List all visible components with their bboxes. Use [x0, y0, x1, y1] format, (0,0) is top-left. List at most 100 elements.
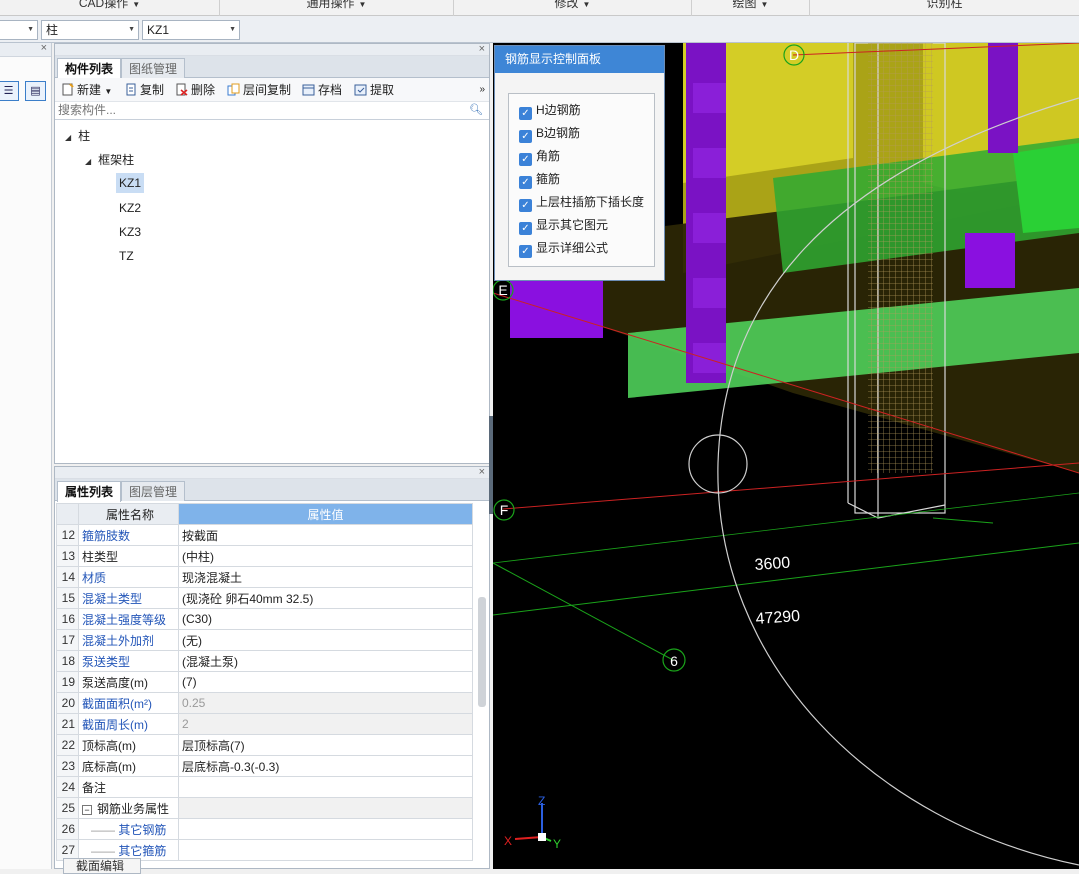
table-row[interactable]: 21 截面周长(m) 2 [56, 713, 473, 735]
checkbox-checked-icon[interactable]: ✓ [519, 107, 532, 120]
tab-component-list[interactable]: 构件列表 [57, 58, 122, 79]
tree-node-label: 柱 [78, 129, 91, 143]
property-value-cell[interactable]: 按截面 [178, 524, 473, 546]
tree-node-column[interactable]: ◢ 柱 [65, 126, 90, 146]
table-row[interactable]: 23 底标高(m) 层底标高-0.3(-0.3) [56, 755, 473, 777]
tab-drawing-management[interactable]: 图纸管理 [121, 58, 186, 78]
ribbon-group-general[interactable]: 通用操作 ▼ [220, 0, 454, 16]
delete-button[interactable]: 删除 [175, 81, 215, 99]
ribbon-group-modify[interactable]: 修改 ▼ [454, 0, 692, 16]
collapse-icon[interactable]: − [82, 804, 92, 815]
property-name: 底标高(m) [82, 759, 136, 774]
tab-section-edit[interactable]: 截面编辑 [63, 858, 141, 874]
option-stirrup[interactable]: ✓ 箍筋 [519, 171, 560, 189]
checkbox-checked-icon[interactable]: ✓ [519, 176, 532, 189]
copy-button[interactable]: 复制 [124, 81, 164, 99]
column-block [693, 278, 726, 308]
ribbon-group-cad[interactable]: CAD操作 ▼ [0, 0, 220, 16]
component-search: 🔍︎ [55, 102, 489, 120]
table-row[interactable]: 14 材质 现浇混凝土 [56, 566, 473, 588]
property-value-cell[interactable]: (混凝土泵) [178, 650, 473, 672]
tree-item-tz[interactable]: TZ [119, 246, 134, 266]
property-value-cell[interactable] [178, 839, 473, 861]
property-value-cell[interactable]: (无) [178, 629, 473, 651]
search-input[interactable] [55, 102, 455, 118]
property-value-cell[interactable]: 层底标高-0.3(-0.3) [178, 755, 473, 777]
table-row[interactable]: 26 —— 其它钢筋 [56, 818, 473, 840]
chevron-down-icon: ▼ [582, 0, 591, 9]
axis-gizmo: Z X Y [504, 794, 561, 851]
dropdown-arrow-icon: ▼ [27, 26, 34, 33]
tree-item-kz3[interactable]: KZ3 [119, 222, 141, 242]
row-index: 18 [56, 650, 79, 672]
option-corner-rebar[interactable]: ✓ 角筋 [519, 148, 560, 166]
list-view-icon[interactable]: ☰ [0, 81, 19, 101]
checkbox-checked-icon[interactable]: ✓ [519, 222, 532, 235]
tab-layer-management[interactable]: 图层管理 [121, 481, 186, 501]
property-value-cell [178, 797, 473, 819]
property-value-cell[interactable] [178, 818, 473, 840]
property-value-cell[interactable]: (7) [178, 671, 473, 693]
checkbox-checked-icon[interactable]: ✓ [519, 199, 532, 212]
option-show-other[interactable]: ✓ 显示其它图元 [519, 217, 608, 235]
table-row[interactable]: 25− 钢筋业务属性 [56, 797, 473, 819]
tree-item-kz1[interactable]: KZ1 [116, 173, 145, 193]
expand-triangle-icon[interactable]: ◢ [85, 157, 91, 166]
archive-button[interactable]: 存档 [302, 81, 342, 99]
ribbon-group-identify[interactable]: 识别柱 [810, 0, 1079, 16]
extract-button[interactable]: 提取 [354, 81, 394, 99]
chevron-down-icon: ▼ [760, 0, 769, 9]
ribbon-group-draw[interactable]: 绘图 ▼ [692, 0, 810, 16]
table-row[interactable]: 16 混凝土强度等级 (C30) [56, 608, 473, 630]
close-icon[interactable]: × [479, 43, 485, 55]
detail-view-icon[interactable]: ▤ [25, 81, 46, 101]
expand-triangle-icon[interactable]: ◢ [65, 133, 71, 142]
close-icon[interactable]: × [479, 466, 485, 478]
checkbox-checked-icon[interactable]: ✓ [519, 153, 532, 166]
property-name-cell: 截面面积(m²) [78, 692, 179, 714]
option-b-rebar[interactable]: ✓ B边钢筋 [519, 125, 580, 143]
category-combo[interactable]: 柱 ▼ [41, 20, 139, 40]
close-icon[interactable]: × [41, 42, 47, 54]
panel-header: × [55, 43, 489, 56]
option-show-formula[interactable]: ✓ 显示详细公式 [519, 240, 608, 258]
table-row[interactable]: 15 混凝土类型 (现浇砼 卵石40mm 32.5) [56, 587, 473, 609]
table-row[interactable]: 22 顶标高(m) 层顶标高(7) [56, 734, 473, 756]
property-name-cell: 柱类型 [78, 545, 179, 567]
more-icon[interactable]: » [479, 81, 485, 99]
property-value-cell[interactable] [178, 776, 473, 798]
table-row[interactable]: 20 截面面积(m²) 0.25 [56, 692, 473, 714]
property-name: 钢筋业务属性 [97, 801, 170, 816]
checkbox-checked-icon[interactable]: ✓ [519, 130, 532, 143]
property-value-cell[interactable]: (现浇砼 卵石40mm 32.5) [178, 587, 473, 609]
table-row[interactable]: 18 泵送类型 (混凝土泵) [56, 650, 473, 672]
axis-x-label: X [504, 834, 512, 848]
component-combo[interactable]: KZ1 ▼ [142, 20, 240, 40]
table-row[interactable]: 12 箍筋肢数 按截面 [56, 524, 473, 546]
tree-node-frame-column[interactable]: ◢ 框架柱 [85, 150, 134, 170]
option-h-rebar[interactable]: ✓ H边钢筋 [519, 102, 581, 120]
table-row[interactable]: 13 柱类型 (中柱) [56, 545, 473, 567]
row-index: 15 [56, 587, 79, 609]
tree-item-kz2[interactable]: KZ2 [119, 198, 141, 218]
table-row[interactable]: 17 混凝土外加剂 (无) [56, 629, 473, 651]
floor-combo[interactable]: ▼ [0, 20, 38, 40]
table-row[interactable]: 24 备注 [56, 776, 473, 798]
table-row[interactable]: 19 泵送高度(m) (7) [56, 671, 473, 693]
property-value-cell[interactable]: (C30) [178, 608, 473, 630]
dimension-47290: 47290 [755, 608, 801, 628]
search-icon[interactable]: 🔍︎ [469, 103, 483, 116]
property-value-cell[interactable]: 层顶标高(7) [178, 734, 473, 756]
tab-property-list[interactable]: 属性列表 [57, 481, 122, 502]
vertical-scrollbar[interactable] [478, 597, 486, 707]
property-name-cell: 混凝土强度等级 [78, 608, 179, 630]
property-value-cell[interactable]: (中柱) [178, 545, 473, 567]
floor-copy-button[interactable]: 层间复制 [227, 81, 291, 99]
property-name-cell: 材质 [78, 566, 179, 588]
new-button[interactable]: 新建 ▼ [61, 81, 112, 99]
column-block [693, 343, 726, 373]
property-value-cell[interactable]: 现浇混凝土 [178, 566, 473, 588]
option-dowel-length[interactable]: ✓ 上层柱插筋下插长度 [519, 194, 644, 212]
checkbox-checked-icon[interactable]: ✓ [519, 245, 532, 258]
column-block [693, 148, 726, 178]
